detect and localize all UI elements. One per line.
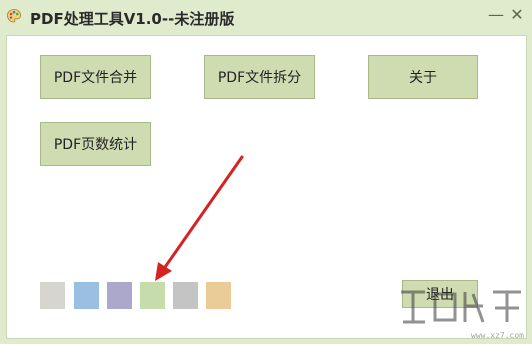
- site-watermark: www.xz7.com: [395, 286, 530, 342]
- watermark-logo-icon: [401, 290, 521, 324]
- watermark-url: www.xz7.com: [471, 331, 524, 340]
